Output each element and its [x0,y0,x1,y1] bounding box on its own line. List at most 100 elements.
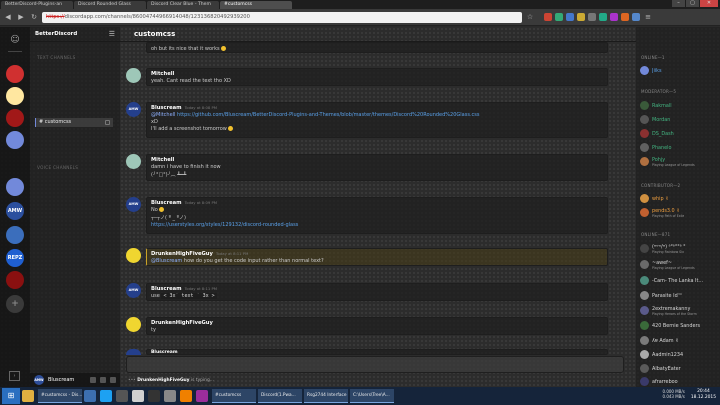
avatar[interactable] [126,248,141,263]
browser-tab-0[interactable]: BetterDiscord-Plugins-an [1,1,73,9]
channel-customcss[interactable]: # customcss [35,118,113,127]
browser-tab-2[interactable]: Discord Clear Blue - Them [147,1,219,9]
avatar[interactable] [126,68,141,83]
message-author[interactable]: DrunkenHighFiveGuy [151,320,603,326]
power-icon[interactable] [148,390,160,402]
app-icon[interactable] [116,390,128,402]
back-arrow-icon[interactable]: ◀ [3,12,13,22]
member-item[interactable]: pends3.0 ✌ Playing Path of Exile [640,207,718,218]
collapse-icon[interactable]: › [9,371,20,381]
member-category-label: ONLINE—871 [641,232,671,237]
twitter-icon[interactable] [100,390,112,402]
member-item[interactable]: 2extremakanny Playing Heroes of the Storm [640,305,718,316]
menu-icon[interactable]: ≡ [643,12,653,22]
channel-settings-icon[interactable] [105,120,110,125]
message-author[interactable]: Bluscream [151,200,182,206]
server-icon[interactable] [6,65,24,83]
member-item[interactable]: ʎɐ Adam ✌ [640,335,718,346]
close-window-button[interactable]: ✕ [700,0,718,7]
extension-icon[interactable] [610,13,618,21]
maximize-button[interactable]: ▢ [686,0,699,7]
message-author[interactable]: DrunkenHighFiveGuy [151,251,213,257]
server-icon[interactable] [6,131,24,149]
extension-icon[interactable] [555,13,563,21]
member-item[interactable]: -Cam- The Lanka It... [640,275,718,286]
member-item[interactable]: ~awef~ Playing League of Legends [640,259,718,270]
member-item[interactable]: Parasite Id™ [640,290,718,301]
server-icon[interactable]: AMW [6,202,24,220]
member-item[interactable]: Aadmin1234 [640,349,718,360]
avatar[interactable] [126,154,141,169]
folder-icon[interactable] [22,390,34,402]
browser-tab-3[interactable]: #customcss [220,1,292,9]
member-item[interactable]: Phanelo [640,142,718,153]
app-icon[interactable] [132,390,144,402]
taskbar-window[interactable]: #customcss - Dis... [38,389,82,403]
extension-icon[interactable] [577,13,585,21]
message-author[interactable]: Bluscream [151,105,182,111]
message-author[interactable]: Bluscream [151,350,603,355]
app-icon[interactable] [84,390,96,402]
message-author[interactable]: Mitchell [151,157,603,163]
taskbar-window[interactable]: Discord(1.Pwa... [258,389,302,403]
avatar[interactable]: AMW [126,197,141,212]
windows-start-icon[interactable]: ⊞ [2,388,20,404]
member-item[interactable]: AlbatyEater [640,363,718,374]
message-link[interactable]: https://userstyles.org/styles/129132/dis… [151,222,298,228]
forward-arrow-icon[interactable]: ▶ [16,12,26,22]
taskbar-window[interactable]: C:\Users\Tree\A... [350,389,394,403]
user-mention[interactable]: @Bluscream [151,258,182,264]
extension-icon[interactable] [599,13,607,21]
settings-icon[interactable] [110,377,116,383]
message-author[interactable]: Bluscream [151,286,182,292]
minimize-button[interactable]: – [672,0,685,7]
avatar[interactable] [126,317,141,332]
member-item[interactable]: afrarreboo [640,376,718,387]
member-item[interactable]: DS_Dash [640,128,718,139]
avatar[interactable]: AMW [126,102,141,117]
avatar[interactable]: AMW [34,375,44,385]
star-icon[interactable]: ☆ [525,12,535,22]
mute-icon[interactable] [90,377,96,383]
member-item[interactable]: (ʷᵒʷ/ʷ) ᵟ°ᵟ°°ᵟ ° Playing Rainbow Six [640,243,718,254]
message-input[interactable] [126,356,624,373]
taskbar-window[interactable]: #customcss [212,389,256,403]
server-icon[interactable] [6,178,24,196]
taskbar-window[interactable]: Rsg2744 Interface [304,389,348,403]
server-icon[interactable] [6,271,24,289]
member-item[interactable]: Jiiks [640,65,718,76]
member-item[interactable]: Mordan [640,114,718,125]
user-mention[interactable]: @Mitchell [151,112,175,118]
extension-icon[interactable] [566,13,574,21]
extension-icon[interactable] [621,13,629,21]
hamburger-icon[interactable]: ☰ [109,30,115,38]
extension-icon[interactable] [588,13,596,21]
avatar[interactable] [126,349,141,355]
app-icon[interactable] [196,390,208,402]
server-header[interactable]: BetterDiscord ☰ [30,27,120,42]
app-icon[interactable] [164,390,176,402]
avatar [640,291,649,300]
friends-icon[interactable]: ☺ [6,31,24,49]
server-icon[interactable] [6,87,24,105]
vlc-icon[interactable] [180,390,192,402]
message-link[interactable]: https://github.com/Bluscream/BetterDisco… [177,112,479,118]
extension-icon[interactable] [632,13,640,21]
member-item[interactable]: 420 Bernie Sanders [640,320,718,331]
clock[interactable]: 20:44 18.12.2015 [691,389,716,401]
server-list: ☺ AMW REPZ + › [0,27,30,387]
server-icon[interactable]: REPZ [6,249,24,267]
browser-tab-1[interactable]: Discord Rounded Glass [74,1,146,9]
member-item[interactable]: whip ✌ [640,193,718,204]
avatar[interactable]: AMW [126,283,141,298]
add-server-button[interactable]: + [6,295,24,313]
server-icon[interactable] [6,109,24,127]
address-bar[interactable]: https://discordapp.com/channels/86004744… [42,11,522,23]
deafen-icon[interactable] [100,377,106,383]
message-author[interactable]: Mitchell [151,71,603,77]
extension-icon[interactable] [544,13,552,21]
member-item[interactable]: Rakmall [640,100,718,111]
member-item[interactable]: Pohjy Playing League of Legends [640,156,718,167]
server-icon[interactable] [6,226,24,244]
reload-icon[interactable]: ↻ [29,12,39,22]
